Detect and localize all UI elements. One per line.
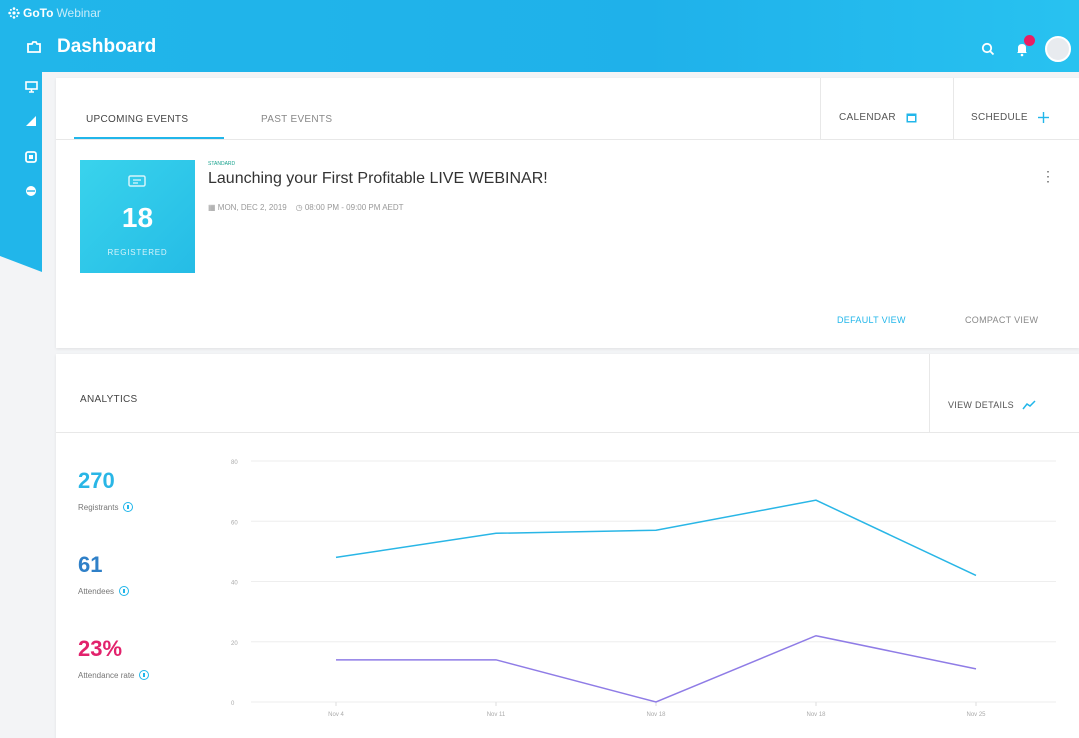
brand-suffix: Webinar <box>56 6 101 20</box>
bar-chart-icon <box>26 116 36 126</box>
registered-tile[interactable]: 18 REGISTERED <box>80 160 195 273</box>
globe-icon <box>26 186 36 196</box>
search-icon <box>981 42 995 56</box>
divider <box>953 78 954 139</box>
sidebar-item-analytics[interactable] <box>24 114 38 128</box>
webinar-icon <box>128 175 146 187</box>
event-type-tag: STANDARD <box>208 161 236 167</box>
event-date: MON, DEC 2, 2019 <box>217 203 287 212</box>
x-tick-label: Nov 18 <box>806 712 826 718</box>
avatar[interactable] <box>1045 36 1071 62</box>
monitor-icon <box>24 81 38 93</box>
sidebar <box>0 72 42 272</box>
calendar-icon <box>906 113 917 123</box>
sidebar-item-webinars[interactable] <box>24 80 38 94</box>
notifications-button[interactable] <box>1011 35 1035 60</box>
default-view-button[interactable]: DEFAULT VIEW <box>837 315 906 325</box>
brand-name: GoTo <box>23 6 54 20</box>
sidebar-item-library[interactable] <box>24 150 38 164</box>
app-header: GoTo Webinar Dashboard <box>0 0 1079 72</box>
compact-view-button[interactable]: COMPACT VIEW <box>965 315 1038 325</box>
sidebar-item-integrations[interactable] <box>24 184 38 198</box>
series-line-2 <box>336 634 977 703</box>
tabs-divider <box>56 139 1079 140</box>
event-time: 08:00 PM - 09:00 PM AEDT <box>304 203 404 212</box>
app-logo[interactable]: GoTo Webinar <box>8 6 101 20</box>
search-button[interactable] <box>977 38 999 60</box>
header-actions <box>977 35 1071 62</box>
registered-label: REGISTERED <box>107 248 168 257</box>
clock-icon: ◷ <box>295 203 303 212</box>
page-title: Dashboard <box>57 36 157 57</box>
analytics-line-chart: 0 20 40 60 80 Nov 4 Nov 11 Nov 18 Nov 18 Nov 25 <box>231 460 1056 718</box>
series-line-1 <box>335 499 977 577</box>
registered-count: 18 <box>121 202 154 233</box>
box-icon <box>25 151 37 163</box>
calendar-label: CALENDAR <box>839 112 896 123</box>
x-tick-label: Nov 11 <box>487 712 506 718</box>
more-options-icon[interactable]: ⋮ <box>1041 168 1055 185</box>
schedule-button[interactable]: SCHEDULE <box>971 112 1049 123</box>
y-tick-label: 0 <box>231 701 235 707</box>
gotowebinar-logo-icon <box>8 7 20 19</box>
x-tick-label: Nov 25 <box>966 712 986 718</box>
dashboard-icon <box>27 41 41 53</box>
tab-past-events[interactable]: PAST EVENTS <box>261 114 332 125</box>
x-tick-label: Nov 4 <box>328 712 344 718</box>
y-tick-label: 80 <box>231 460 238 466</box>
y-tick-label: 40 <box>231 581 238 587</box>
tab-upcoming-events[interactable]: UPCOMING EVENTS <box>86 114 188 125</box>
notification-badge <box>1024 35 1035 46</box>
x-tick-label: Nov 18 <box>646 712 666 718</box>
divider <box>820 78 821 139</box>
event-title[interactable]: Launching your First Profitable LIVE WEB… <box>208 170 548 188</box>
schedule-label: SCHEDULE <box>971 112 1028 123</box>
calendar-button[interactable]: CALENDAR <box>839 112 917 123</box>
y-tick-label: 60 <box>231 520 238 526</box>
event-meta: ▦ MON, DEC 2, 2019 ◷ 08:00 PM - 09:00 PM… <box>208 203 404 212</box>
plus-icon <box>1037 112 1049 123</box>
analytics-card: ANALYTICS VIEW DETAILS 270 Registrants 6… <box>56 354 1079 738</box>
events-card: UPCOMING EVENTS PAST EVENTS CALENDAR SCH… <box>56 78 1079 348</box>
y-tick-label: 20 <box>231 641 238 647</box>
calendar-small-icon: ▦ <box>208 203 216 212</box>
